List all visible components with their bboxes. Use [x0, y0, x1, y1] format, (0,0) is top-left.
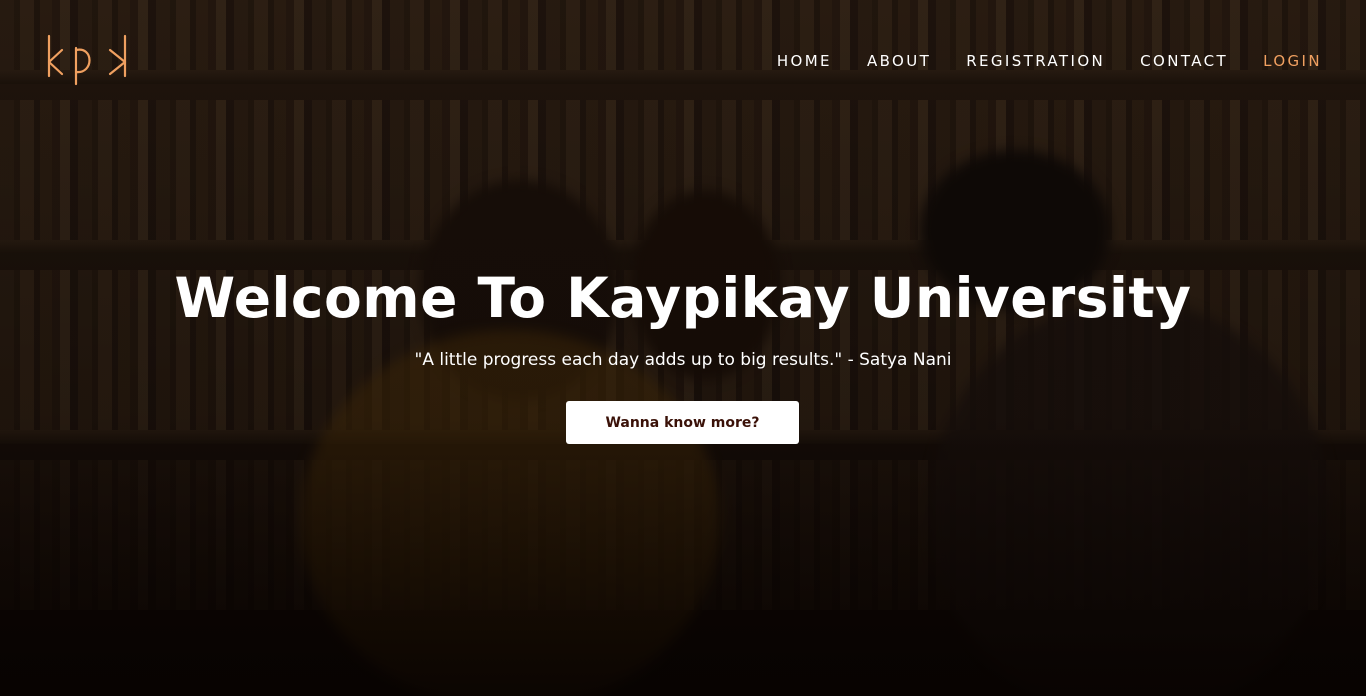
- nav-about-link[interactable]: ABOUT: [867, 52, 931, 70]
- nav-home-link[interactable]: HOME: [777, 52, 832, 70]
- top-navbar: HOME ABOUT REGISTRATION CONTACT LOGIN: [0, 0, 1366, 120]
- nav-registration-link[interactable]: REGISTRATION: [966, 52, 1105, 70]
- wanna-know-more-button[interactable]: Wanna know more?: [566, 401, 799, 444]
- hero-title: Welcome To Kaypikay University: [174, 266, 1192, 330]
- hero-quote: "A little progress each day adds up to b…: [414, 350, 952, 370]
- nav-menu: HOME ABOUT REGISTRATION CONTACT LOGIN: [742, 52, 1322, 70]
- kpk-logo-icon: [47, 34, 127, 86]
- nav-contact-link[interactable]: CONTACT: [1140, 52, 1228, 70]
- nav-login-link[interactable]: LOGIN: [1263, 52, 1322, 70]
- logo[interactable]: [46, 34, 128, 86]
